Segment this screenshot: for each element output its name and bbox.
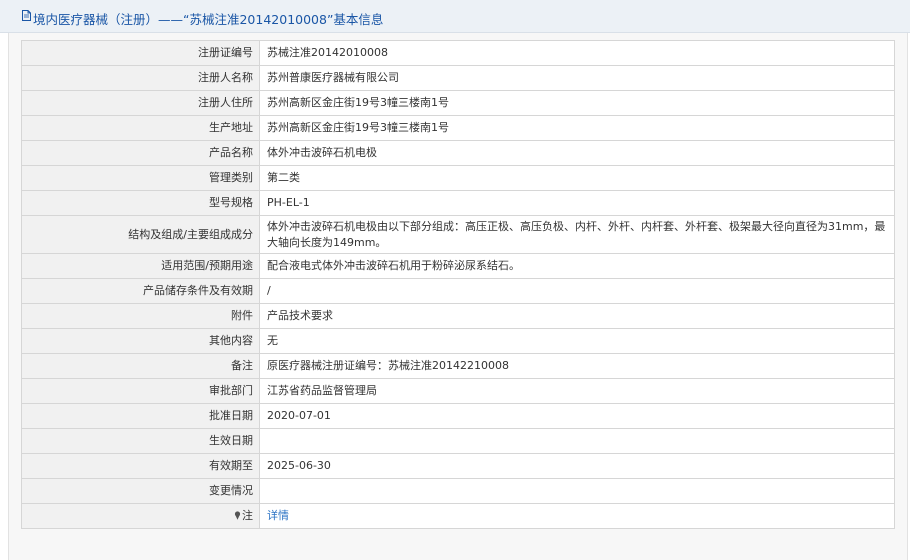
row-label: 型号规格 [21,190,260,216]
note-value-cell: 详情 [259,503,895,529]
pin-icon [234,511,241,520]
row-value: 无 [259,328,895,354]
table-row: 审批部门 江苏省药品监督管理局 [21,378,895,404]
table-row: 注册人名称 苏州普康医疗器械有限公司 [21,65,895,91]
row-value: 体外冲击波碎石机电极由以下部分组成：高压正极、高压负极、内杆、外杆、内杆套、外杆… [259,215,895,254]
table-row: 注册人住所 苏州高新区金庄街19号3幢三楼南1号 [21,90,895,116]
table-row: 管理类别 第二类 [21,165,895,191]
row-label: 注册证编号 [21,40,260,66]
table-row: 附件 产品技术要求 [21,303,895,329]
row-label: 管理类别 [21,165,260,191]
document-icon [22,10,31,21]
row-label: 适用范围/预期用途 [21,253,260,279]
row-value: 江苏省药品监督管理局 [259,378,895,404]
info-table: 注册证编号 苏械注准20142010008 注册人名称 苏州普康医疗器械有限公司… [21,40,895,529]
row-value: 苏州高新区金庄街19号3幢三楼南1号 [259,90,895,116]
row-value: 苏州高新区金庄街19号3幢三楼南1号 [259,115,895,141]
row-label: 注册人住所 [21,90,260,116]
table-row: 生产地址 苏州高新区金庄街19号3幢三楼南1号 [21,115,895,141]
row-value: 2020-07-01 [259,403,895,429]
row-label: 生产地址 [21,115,260,141]
page-title: 境内医疗器械（注册）——“苏械注准20142010008”基本信息 [33,12,384,27]
row-label: 备注 [21,353,260,379]
table-row: 批准日期 2020-07-01 [21,403,895,429]
row-label: 批准日期 [21,403,260,429]
details-link[interactable]: 详情 [267,509,289,522]
row-label: 生效日期 [21,428,260,454]
page-header: 境内医疗器械（注册）——“苏械注准20142010008”基本信息 [0,0,910,33]
row-label: 附件 [21,303,260,329]
row-value: / [259,278,895,304]
table-row: 结构及组成/主要组成成分 体外冲击波碎石机电极由以下部分组成：高压正极、高压负极… [21,215,895,254]
row-value [259,478,895,504]
row-value: 体外冲击波碎石机电极 [259,140,895,166]
row-label: 产品储存条件及有效期 [21,278,260,304]
table-row: 产品名称 体外冲击波碎石机电极 [21,140,895,166]
row-label: 结构及组成/主要组成成分 [21,215,260,254]
table-row: 其他内容 无 [21,328,895,354]
row-value: 原医疗器械注册证编号：苏械注准20142210008 [259,353,895,379]
table-row: 有效期至 2025-06-30 [21,453,895,479]
row-label: 变更情况 [21,478,260,504]
row-value [259,428,895,454]
table-row: 适用范围/预期用途 配合液电式体外冲击波碎石机用于粉碎泌尿系结石。 [21,253,895,279]
row-label: 其他内容 [21,328,260,354]
note-label-cell: 注 [21,503,260,529]
table-row: 产品储存条件及有效期 / [21,278,895,304]
row-value: PH-EL-1 [259,190,895,216]
table-row-note: 注 详情 [21,503,895,529]
row-label: 产品名称 [21,140,260,166]
note-label: 注 [242,509,253,522]
row-value: 第二类 [259,165,895,191]
table-row: 注册证编号 苏械注准20142010008 [21,40,895,66]
row-value: 配合液电式体外冲击波碎石机用于粉碎泌尿系结石。 [259,253,895,279]
row-value: 产品技术要求 [259,303,895,329]
row-label: 审批部门 [21,378,260,404]
table-row: 生效日期 [21,428,895,454]
table-row: 型号规格 PH-EL-1 [21,190,895,216]
row-value: 苏州普康医疗器械有限公司 [259,65,895,91]
table-row: 备注 原医疗器械注册证编号：苏械注准20142210008 [21,353,895,379]
row-value: 2025-06-30 [259,453,895,479]
row-value: 苏械注准20142010008 [259,40,895,66]
row-label: 有效期至 [21,453,260,479]
table-row: 变更情况 [21,478,895,504]
row-label: 注册人名称 [21,65,260,91]
